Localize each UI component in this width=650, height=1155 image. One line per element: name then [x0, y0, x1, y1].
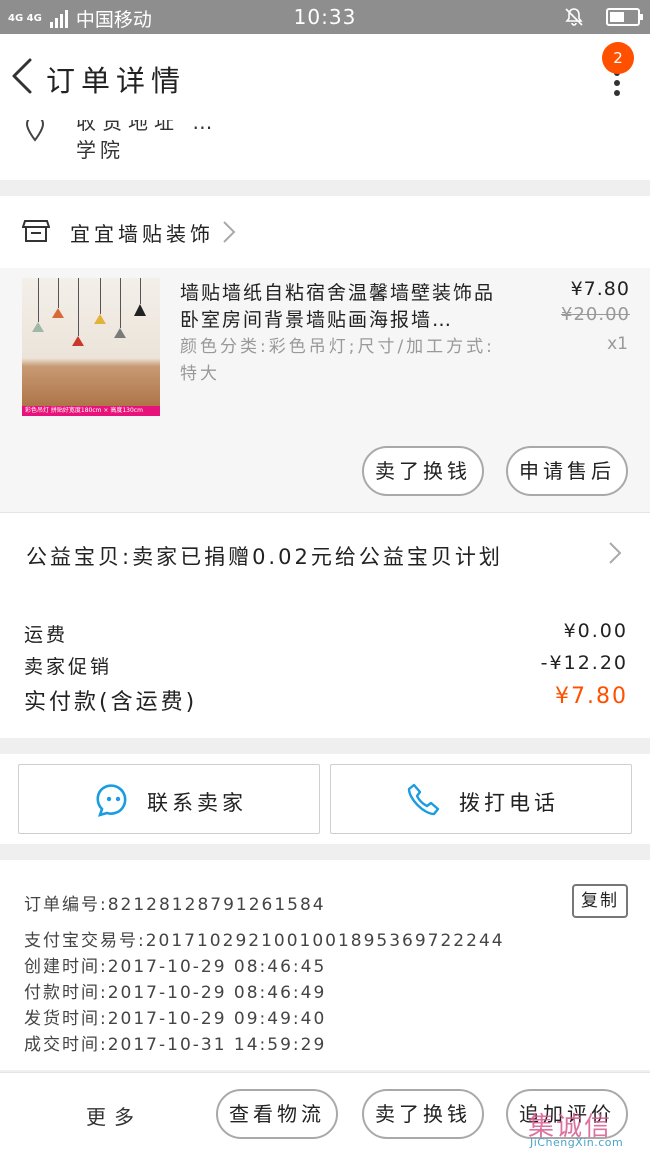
store-icon — [22, 220, 50, 242]
address-line-1: 收货地址 … — [76, 120, 219, 134]
order-info: 订单编号:82128128791261584 复制 支付宝交易号:2017102… — [0, 860, 650, 1070]
product-title[interactable]: 墙贴墙纸自粘宿舍温馨墙壁装饰品卧室房间背景墙贴画海报墙… — [180, 280, 500, 334]
created-time: 创建时间:2017-10-29 08:46:45 — [24, 957, 327, 977]
shop-row[interactable]: 宜宜墙贴装饰 — [0, 196, 650, 268]
original-price: ¥20.00 — [561, 304, 630, 325]
nav-header: 订单详情 2 — [0, 34, 650, 120]
shipped-time: 发货时间:2017-10-29 09:49:40 — [24, 1009, 327, 1029]
location-pin-icon — [25, 120, 45, 142]
call-phone-label: 拨打电话 — [459, 791, 559, 815]
address-line-2: 学院 — [76, 138, 124, 162]
more-button[interactable]: 更多 — [86, 1101, 142, 1130]
back-arrow-icon[interactable] — [8, 56, 36, 96]
completed-time: 成交时间:2017-10-31 14:59:29 — [24, 1035, 327, 1055]
contact-seller-label: 联系卖家 — [147, 791, 247, 815]
status-bar: 4G 4G 中国移动 10:33 — [0, 0, 650, 34]
view-logistics-button[interactable]: 查看物流 — [216, 1089, 338, 1139]
phone-icon — [407, 783, 440, 816]
paid-value: ¥7.80 — [555, 684, 628, 709]
promo-label: 卖家促销 — [24, 656, 113, 678]
chat-bubble-icon — [96, 784, 127, 817]
alipay-trade-number: 支付宝交易号:2017102921001001895369722244 — [24, 931, 505, 951]
chevron-right-icon — [223, 221, 236, 243]
product-price: ¥7.80 — [570, 278, 630, 300]
sell-swap-button[interactable]: 卖了换钱 — [362, 1089, 484, 1139]
order-number: 订单编号:82128128791261584 — [24, 895, 326, 915]
product-quantity: x1 — [607, 334, 628, 354]
notification-badge[interactable]: 2 — [602, 42, 634, 74]
page-title: 订单详情 — [46, 64, 187, 98]
shop-name: 宜宜墙贴装饰 — [70, 222, 214, 246]
shipping-label: 运费 — [24, 624, 69, 646]
product-thumbnail[interactable]: 彩色吊灯 拼贴好宽度180cm × 高度130cm — [22, 278, 160, 416]
product-sku: 颜色分类:彩色吊灯;尺寸/加工方式:特大 — [180, 337, 495, 384]
contact-seller-button[interactable]: 联系卖家 — [18, 764, 320, 834]
battery-icon — [606, 8, 643, 26]
cost-summary: 运费 ¥0.00 卖家促销 -¥12.20 实付款(含运费) ¥7.80 — [0, 598, 650, 738]
shipping-address: 收货地址 … 学院 — [0, 120, 650, 180]
order-item[interactable]: 彩色吊灯 拼贴好宽度180cm × 高度130cm 墙贴墙纸自粘宿舍温馨墙壁装饰… — [0, 268, 650, 512]
watermark-url: JiChengXin.com — [530, 1136, 624, 1149]
bell-muted-icon — [565, 8, 583, 26]
promo-value: -¥12.20 — [540, 652, 628, 674]
paid-label: 实付款(含运费) — [24, 690, 198, 715]
copy-button[interactable]: 复制 — [572, 884, 628, 918]
call-phone-button[interactable]: 拨打电话 — [330, 764, 632, 834]
paid-time: 付款时间:2017-10-29 08:46:49 — [24, 983, 327, 1003]
contact-bar: 联系卖家 拨打电话 — [0, 754, 650, 844]
shipping-value: ¥0.00 — [563, 620, 628, 642]
chevron-right-icon — [609, 542, 622, 564]
after-sales-button[interactable]: 申请售后 — [506, 446, 628, 496]
site-watermark: 集诚信 JiChengXin.com — [522, 1100, 648, 1155]
charity-text: 公益宝贝:卖家已捐赠0.02元给公益宝贝计划 — [26, 545, 503, 569]
charity-row[interactable]: 公益宝贝:卖家已捐赠0.02元给公益宝贝计划 — [0, 512, 650, 598]
thumb-caption: 彩色吊灯 拼贴好宽度180cm × 高度130cm — [22, 406, 160, 416]
sell-swap-button[interactable]: 卖了换钱 — [362, 446, 484, 496]
clock: 10:33 — [293, 5, 357, 29]
